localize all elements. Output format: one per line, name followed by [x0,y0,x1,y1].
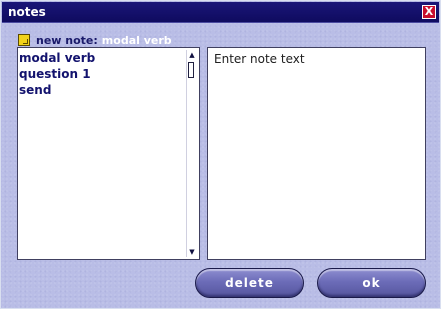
list-item[interactable]: question 1 [18,66,184,82]
new-note-label: new note: [36,33,98,47]
notes-list[interactable]: modal verb question 1 send ▲ ▼ [17,47,200,260]
delete-button[interactable]: delete [195,268,304,298]
title-bar[interactable]: notes X [2,2,439,23]
window-title: notes [8,5,46,19]
list-item[interactable]: modal verb [18,50,184,66]
ok-button[interactable]: ok [317,268,426,298]
close-button[interactable]: X [422,5,436,19]
note-icon [18,34,30,46]
new-note-row: new note: modal verb [18,33,172,47]
scroll-up-icon[interactable]: ▲ [187,50,197,60]
notes-list-scrollbar[interactable]: ▲ ▼ [186,50,197,257]
new-note-value: modal verb [101,33,172,47]
scroll-thumb[interactable] [188,62,194,78]
close-icon: X [424,5,434,18]
scroll-down-icon[interactable]: ▼ [187,247,197,257]
notes-window: notes X new note: modal verb modal verb … [0,0,441,309]
list-item[interactable]: send [18,82,184,98]
notes-list-items: modal verb question 1 send [18,50,184,98]
note-text-area[interactable]: Enter note text [207,47,426,260]
